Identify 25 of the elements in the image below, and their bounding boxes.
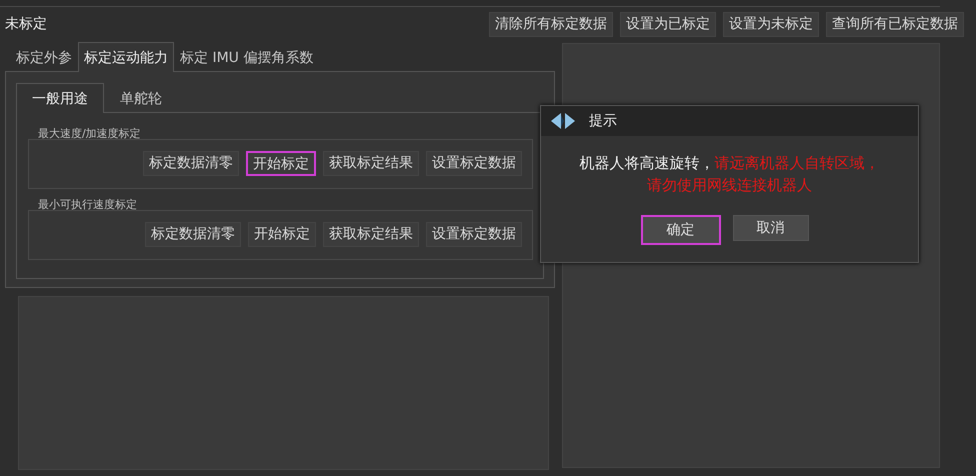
toolbar-button[interactable]: 设置为已标定 bbox=[620, 12, 716, 36]
dialog-message: 机器人将高速旋转，请远离机器人自转区域，请勿使用网线连接机器人 bbox=[580, 153, 880, 196]
action-button[interactable]: 获取标定结果 bbox=[323, 151, 419, 176]
diamond-icon bbox=[551, 113, 575, 129]
dialog-title: 提示 bbox=[589, 112, 617, 130]
action-button[interactable]: 开始标定 bbox=[248, 222, 316, 247]
toolbar-button[interactable]: 设置为未标定 bbox=[723, 12, 819, 36]
tab[interactable]: 一般用途 bbox=[16, 83, 104, 113]
tab[interactable]: 标定外参 bbox=[10, 44, 78, 71]
action-button[interactable]: 标定数据清零 bbox=[145, 222, 241, 247]
tab[interactable]: 单舵轮 bbox=[104, 84, 178, 112]
action-button[interactable]: 设置标定数据 bbox=[426, 151, 522, 176]
tab[interactable]: 标定运动能力 bbox=[78, 42, 174, 72]
group-title: 最小可执行速度标定 bbox=[37, 197, 138, 212]
dialog-button[interactable]: 取消 bbox=[732, 215, 808, 241]
action-button[interactable]: 标定数据清零 bbox=[143, 151, 239, 176]
action-button[interactable]: 获取标定结果 bbox=[323, 222, 419, 247]
toolbar-button[interactable]: 清除所有标定数据 bbox=[489, 12, 613, 36]
toolbar-button[interactable]: 查询所有已标定数据 bbox=[826, 12, 964, 36]
action-button[interactable]: 开始标定 bbox=[246, 151, 316, 176]
tab[interactable]: 标定 IMU 偏摆角系数 bbox=[174, 44, 320, 71]
action-button[interactable]: 设置标定数据 bbox=[426, 222, 522, 247]
dialog-button[interactable]: 确定 bbox=[640, 215, 720, 245]
group-title: 最大速度/加速度标定 bbox=[37, 126, 142, 141]
status-label: 未标定 bbox=[5, 15, 47, 33]
